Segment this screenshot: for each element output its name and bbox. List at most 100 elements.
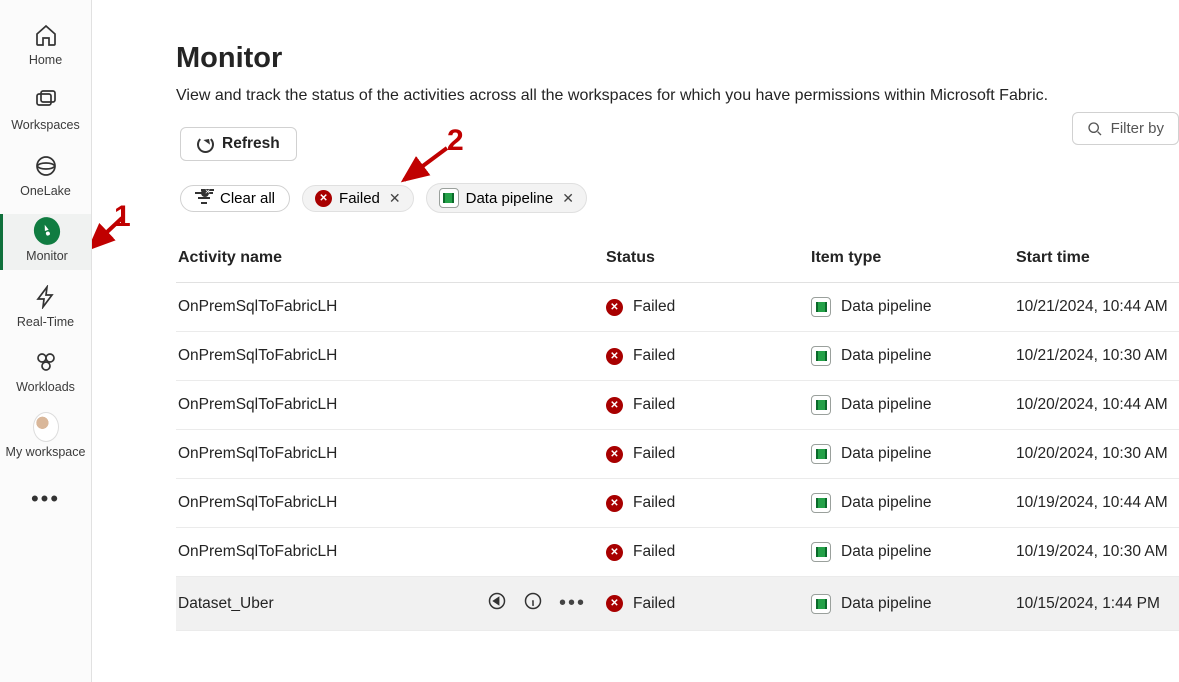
nav-my-workspace-label: My workspace <box>6 445 86 459</box>
status-text: Failed <box>633 595 675 613</box>
status-text: Failed <box>633 298 675 316</box>
activity-name: Dataset_Uber <box>178 595 274 613</box>
filter-pill-data-pipeline[interactable]: Data pipeline ✕ <box>426 183 587 213</box>
col-header-name[interactable]: Activity name <box>176 231 596 283</box>
type-cell: Data pipeline <box>811 542 996 562</box>
pipeline-icon <box>811 297 831 317</box>
row-actions: ••• <box>487 591 586 616</box>
table-row[interactable]: Dataset_Uber ••• Failed Data pipeline 10/15/… <box>176 577 1179 631</box>
start-time: 10/19/2024, 10:44 AM <box>1016 494 1168 511</box>
type-text: Data pipeline <box>841 445 931 463</box>
failed-icon <box>606 595 623 612</box>
status-cell: Failed <box>606 445 791 463</box>
failed-icon <box>606 397 623 414</box>
status-text: Failed <box>633 494 675 512</box>
failed-icon <box>606 495 623 512</box>
table-row[interactable]: OnPremSqlToFabricLHFailedData pipeline10… <box>176 381 1179 430</box>
failed-icon <box>606 348 623 365</box>
pipeline-icon <box>439 188 459 208</box>
start-time: 10/21/2024, 10:30 AM <box>1016 347 1168 364</box>
workloads-icon <box>33 349 59 375</box>
nav-onelake-label: OneLake <box>20 184 71 198</box>
avatar-icon <box>33 414 59 440</box>
activity-name: OnPremSqlToFabricLH <box>178 347 337 364</box>
annotation-1: 1 <box>114 200 131 234</box>
nav-realtime-label: Real-Time <box>17 315 74 329</box>
toolbar: Refresh <box>180 127 1179 161</box>
nav-monitor[interactable]: Monitor <box>0 214 91 269</box>
pill-failed-label: Failed <box>339 190 380 207</box>
activity-name: OnPremSqlToFabricLH <box>178 298 337 315</box>
status-cell: Failed <box>606 298 791 316</box>
nav-realtime[interactable]: Real-Time <box>0 280 91 335</box>
nav-monitor-label: Monitor <box>26 249 68 263</box>
table-row[interactable]: OnPremSqlToFabricLHFailedData pipeline10… <box>176 283 1179 332</box>
col-header-start[interactable]: Start time <box>1006 231 1179 283</box>
table-row[interactable]: OnPremSqlToFabricLH Failed Data pipeline 10… <box>176 479 1179 528</box>
status-cell: Failed <box>606 595 791 613</box>
monitor-icon <box>34 218 60 244</box>
nav-onelake[interactable]: OneLake <box>0 149 91 204</box>
type-cell: Data pipeline <box>811 297 996 317</box>
onelake-icon <box>33 153 59 179</box>
more-icon: ••• <box>31 486 60 512</box>
nav-home-label: Home <box>29 53 62 67</box>
status-text: Failed <box>633 396 675 414</box>
activity-name: OnPremSqlToFabricLH <box>178 543 337 560</box>
type-text: Data pipeline <box>841 543 931 561</box>
filter-pill-row: ✕ Clear all Failed ✕ Data pipeline ✕ <box>180 183 1179 213</box>
clear-all-label: Clear all <box>220 190 275 207</box>
table-row[interactable]: OnPremSqlToFabricLHFailedData pipeline10… <box>176 528 1179 577</box>
activity-name: OnPremSqlToFabricLH <box>178 494 337 511</box>
clear-all-button[interactable]: ✕ Clear all <box>180 185 290 212</box>
status-text: Failed <box>633 543 675 561</box>
type-text: Data pipeline <box>841 595 931 613</box>
pill-pipeline-label: Data pipeline <box>466 190 554 207</box>
realtime-icon <box>33 284 59 310</box>
status-cell: Failed <box>606 543 791 561</box>
table-row[interactable]: OnPremSqlToFabricLH Failed Data pipeline 10… <box>176 332 1179 381</box>
refresh-icon <box>197 136 214 153</box>
type-cell: Data pipeline <box>811 493 996 513</box>
nav-home[interactable]: Home <box>0 18 91 73</box>
more-icon[interactable]: ••• <box>559 592 586 615</box>
col-header-type[interactable]: Item type <box>801 231 1006 283</box>
start-time: 10/20/2024, 10:44 AM <box>1016 396 1168 413</box>
type-cell: Data pipeline <box>811 346 996 366</box>
table-row[interactable]: OnPremSqlToFabricLHFailedData pipeline10… <box>176 430 1179 479</box>
nav-workspaces-label: Workspaces <box>11 118 80 132</box>
close-icon[interactable]: ✕ <box>389 190 401 207</box>
info-icon[interactable] <box>523 591 543 616</box>
nav-more[interactable]: ••• <box>0 482 91 518</box>
nav-my-workspace[interactable]: My workspace <box>0 410 91 465</box>
filter-by-label: Filter by <box>1111 120 1164 137</box>
nav-workspaces[interactable]: Workspaces <box>0 83 91 138</box>
status-cell: Failed <box>606 494 791 512</box>
start-time: 10/15/2024, 1:44 PM <box>1016 595 1160 612</box>
rerun-icon[interactable] <box>487 591 507 616</box>
pipeline-icon <box>811 493 831 513</box>
search-icon <box>1087 121 1103 137</box>
col-header-status[interactable]: Status <box>596 231 801 283</box>
page-title: Monitor <box>176 42 1179 75</box>
failed-icon <box>606 544 623 561</box>
filter-pill-failed[interactable]: Failed ✕ <box>302 185 414 212</box>
nav-rail: Home Workspaces OneLake Monitor Real-Tim… <box>0 0 92 682</box>
activity-name: OnPremSqlToFabricLH <box>178 445 337 462</box>
type-text: Data pipeline <box>841 494 931 512</box>
pipeline-icon <box>811 395 831 415</box>
refresh-button[interactable]: Refresh <box>180 127 297 161</box>
type-text: Data pipeline <box>841 396 931 414</box>
status-text: Failed <box>633 445 675 463</box>
close-icon[interactable]: ✕ <box>562 190 574 207</box>
page-subtitle: View and track the status of the activit… <box>176 87 1179 105</box>
nav-workloads[interactable]: Workloads <box>0 345 91 400</box>
type-cell: Data pipeline <box>811 395 996 415</box>
annotation-arrow-1 <box>92 200 132 260</box>
type-text: Data pipeline <box>841 347 931 365</box>
status-cell: Failed <box>606 347 791 365</box>
failed-icon <box>606 446 623 463</box>
status-text: Failed <box>633 347 675 365</box>
filter-by-button[interactable]: Filter by <box>1072 112 1179 145</box>
pipeline-icon <box>811 542 831 562</box>
